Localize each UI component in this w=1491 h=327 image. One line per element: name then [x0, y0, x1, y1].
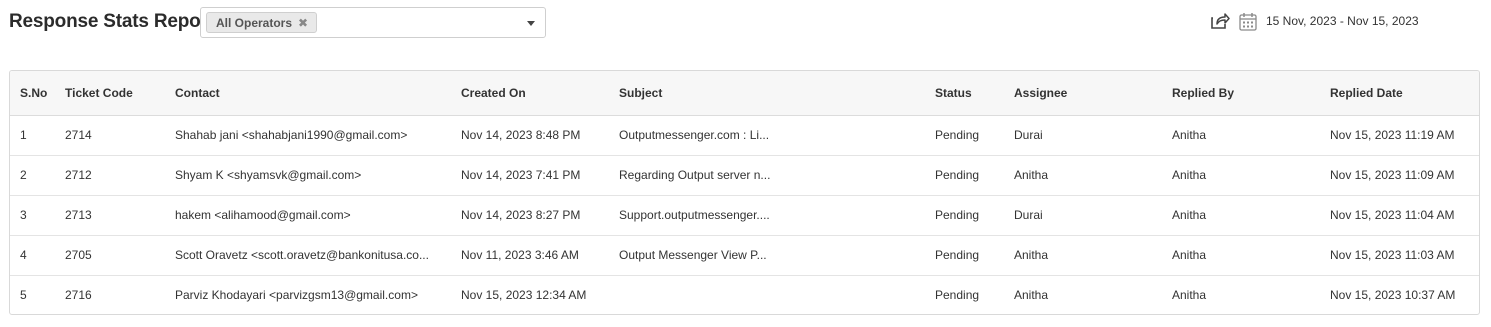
cell-ticket-code[interactable]: 2714	[55, 115, 165, 156]
cell-ticket-code[interactable]: 2712	[55, 155, 165, 196]
table-row[interactable]: 4 2705 Scott Oravetz <scott.oravetz@bank…	[10, 235, 1479, 276]
column-header[interactable]: Replied Date	[1320, 71, 1479, 116]
column-header[interactable]: Ticket Code	[55, 71, 165, 116]
column-header[interactable]: Contact	[165, 71, 451, 116]
table-row[interactable]: 5 2716 Parviz Khodayari <parvizgsm13@gma…	[10, 275, 1479, 314]
cell-status: Pending	[925, 235, 1004, 276]
cell-replied-by: Anitha	[1172, 288, 1207, 303]
cell-sno: 1	[10, 115, 55, 156]
operator-chip-label: All Operators	[216, 15, 293, 30]
cell-subject: Regarding Output server n...	[609, 155, 925, 196]
cell-sno: 5	[20, 288, 27, 303]
cell-subject: Outputmessenger.com : Li...	[609, 115, 925, 156]
table-row[interactable]: 1 2714 Shahab jani <shahabjani1990@gmail…	[10, 115, 1479, 156]
table-row[interactable]: 2 2712 Shyam K <shyamsvk@gmail.com> Nov …	[10, 155, 1479, 196]
cell-created-on: Nov 14, 2023 8:48 PM	[451, 115, 609, 156]
column-header[interactable]: Replied By	[1162, 71, 1320, 116]
table-row[interactable]: 3 2713 hakem <alihamood@gmail.com> Nov 1…	[10, 195, 1479, 236]
cell-created-on: Nov 14, 2023 7:41 PM	[451, 155, 609, 196]
cell-replied-date: Nov 15, 2023 11:03 AM	[1320, 235, 1479, 276]
cell-replied-date: Nov 15, 2023 10:37 AM	[1330, 288, 1456, 303]
cell-sno: 4	[10, 235, 55, 276]
cell-replied-by: Anitha	[1162, 235, 1320, 276]
cell-contact: Scott Oravetz <scott.oravetz@bankonitusa…	[165, 235, 451, 276]
response-stats-table: S.No Ticket Code Contact Created On Subj…	[9, 70, 1480, 315]
cell-subject: Support.outputmessenger....	[609, 195, 925, 236]
cell-status: Pending	[925, 155, 1004, 196]
cell-contact: Parviz Khodayari <parvizgsm13@gmail.com>	[175, 288, 418, 303]
cell-created-on: Nov 15, 2023 12:34 AM	[461, 288, 587, 303]
column-header[interactable]: Subject	[609, 71, 925, 116]
cell-contact: Shyam K <shyamsvk@gmail.com>	[165, 155, 451, 196]
cell-ticket-code[interactable]: 2716	[55, 275, 165, 314]
operator-chip: All Operators ✖	[206, 12, 318, 33]
column-header[interactable]: S.No	[10, 71, 55, 116]
cell-replied-by: Anitha	[1162, 155, 1320, 196]
calendar-icon[interactable]	[1239, 12, 1257, 31]
cell-created-on: Nov 14, 2023 8:27 PM	[451, 195, 609, 236]
cell-subject	[609, 275, 925, 314]
cell-status: Pending	[925, 195, 1004, 236]
cell-ticket-code[interactable]: 2713	[55, 195, 165, 236]
cell-assignee: Anitha	[1004, 155, 1162, 196]
cell-assignee: Anitha	[1004, 235, 1162, 276]
cell-replied-date: Nov 15, 2023 11:09 AM	[1320, 155, 1479, 196]
date-range-label[interactable]: 15 Nov, 2023 - Nov 15, 2023	[1266, 14, 1419, 28]
cell-assignee: Anitha	[1014, 288, 1049, 303]
cell-ticket-code[interactable]: 2705	[55, 235, 165, 276]
cell-created-on: Nov 11, 2023 3:46 AM	[451, 235, 609, 276]
cell-sno: 3	[10, 195, 55, 236]
cell-status: Pending	[935, 288, 980, 303]
cell-status: Pending	[925, 115, 1004, 156]
chip-remove-icon[interactable]: ✖	[298, 17, 308, 29]
report-header: Response Stats Report All Operators ✖ 15…	[0, 0, 1491, 60]
column-header[interactable]: Status	[925, 71, 1004, 116]
cell-contact: Shahab jani <shahabjani1990@gmail.com>	[165, 115, 451, 156]
cell-replied-date: Nov 15, 2023 11:04 AM	[1320, 195, 1479, 236]
operator-filter-select[interactable]: All Operators ✖	[200, 7, 546, 38]
cell-assignee: Durai	[1004, 195, 1162, 236]
cell-replied-date: Nov 15, 2023 11:19 AM	[1320, 115, 1479, 156]
cell-replied-by: Anitha	[1162, 115, 1320, 156]
cell-replied-by: Anitha	[1162, 195, 1320, 236]
page-title: Response Stats Report	[9, 11, 214, 32]
cell-sno: 2	[10, 155, 55, 196]
cell-contact: hakem <alihamood@gmail.com>	[165, 195, 451, 236]
cell-subject: Output Messenger View P...	[609, 235, 925, 276]
column-header[interactable]: Assignee	[1004, 71, 1162, 116]
share-export-icon[interactable]	[1210, 12, 1230, 30]
column-header[interactable]: Created On	[451, 71, 609, 116]
cell-assignee: Durai	[1004, 115, 1162, 156]
table-header-row: S.No Ticket Code Contact Created On Subj…	[10, 71, 1479, 116]
chevron-down-icon[interactable]	[527, 21, 535, 26]
